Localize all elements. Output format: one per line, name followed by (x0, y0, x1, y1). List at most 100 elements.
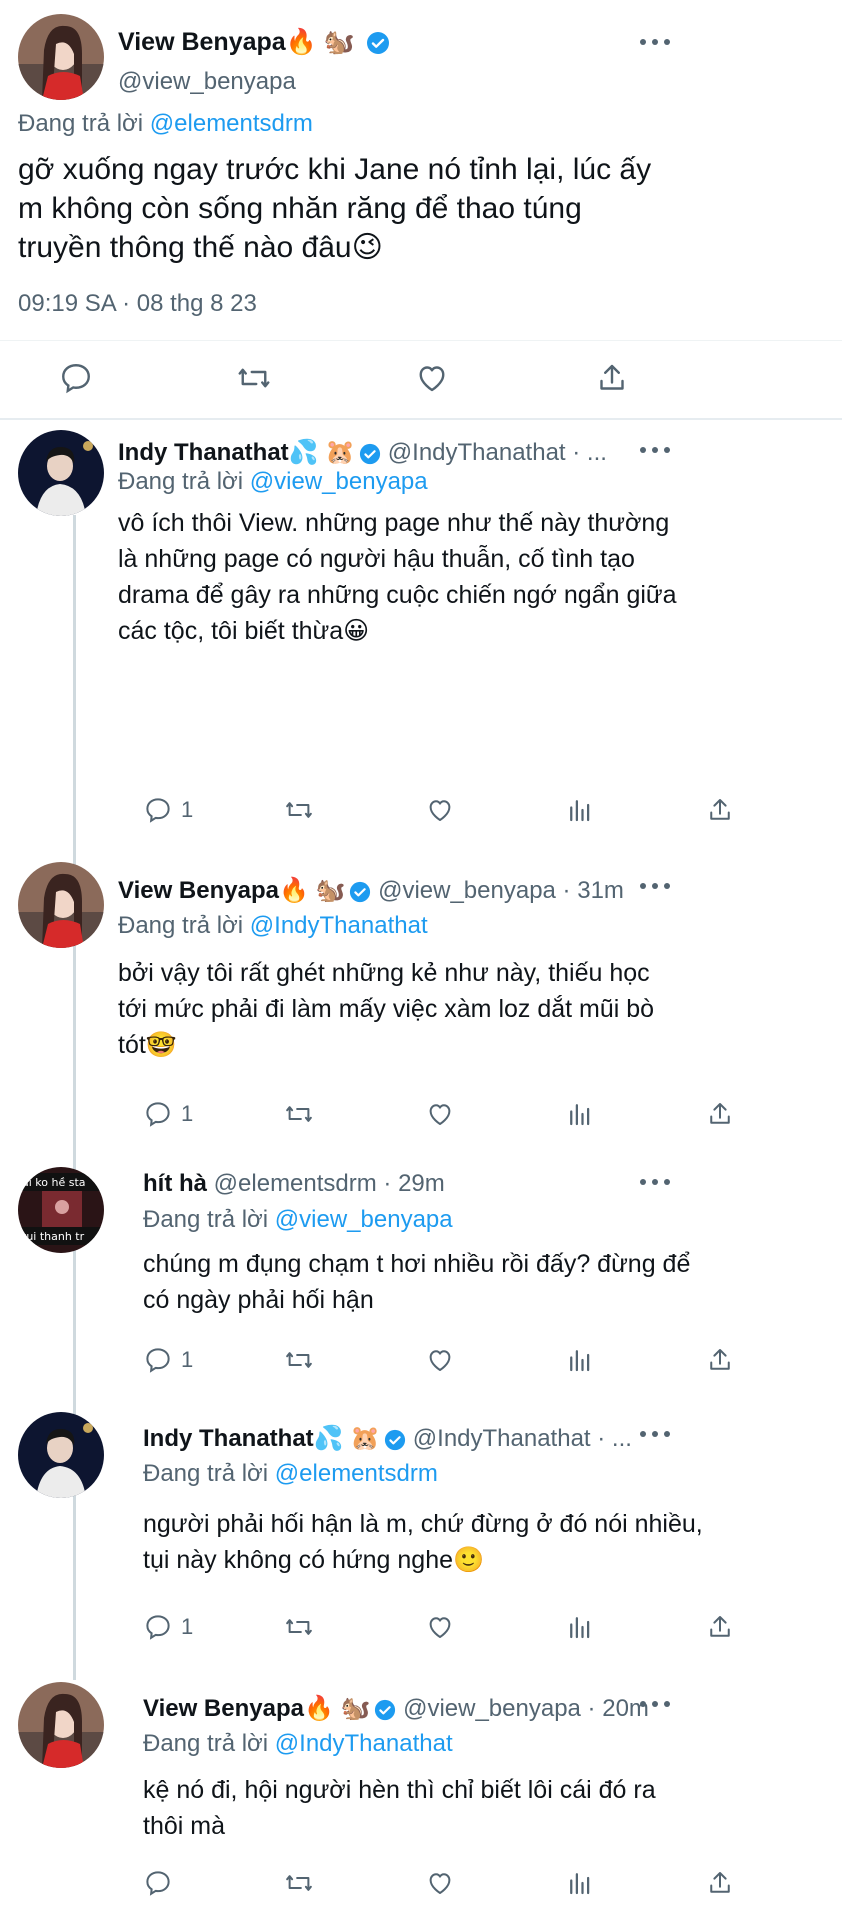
views-button[interactable] (565, 1612, 595, 1642)
retweet-button[interactable] (284, 1868, 314, 1898)
retweet-icon (286, 1106, 312, 1122)
author-handle-time[interactable]: @IndyThanathat · ... (388, 439, 607, 466)
tweet-text-line: chúng m đụng chạm t hơi nhiều rồi đấy? đ… (143, 1250, 691, 1278)
like-button[interactable] (425, 1345, 455, 1375)
avatar[interactable] (18, 862, 104, 948)
share-button[interactable] (705, 1345, 735, 1375)
avatar-photo (18, 430, 104, 516)
reply-icon (146, 1615, 170, 1640)
analytics-icon (570, 1617, 590, 1639)
tweet-text-line: thôi mà (143, 1812, 225, 1840)
retweet-icon (286, 1875, 312, 1891)
reply-to-link[interactable]: @view_benyapa (250, 468, 428, 495)
share-button[interactable] (705, 1612, 735, 1642)
views-button[interactable] (565, 1868, 595, 1898)
reply-button[interactable] (58, 360, 94, 396)
tweet-text-line: người phải hối hận là m, chứ đừng ở đó n… (143, 1510, 703, 1538)
tweet-text-line: gỡ xuống ngay trước khi Jane nó tỉnh lại… (18, 153, 652, 186)
more-options-icon[interactable] (640, 1694, 670, 1714)
author-name[interactable]: Indy Thanathat💦 🐹 (118, 439, 355, 466)
more-options-icon[interactable] (640, 876, 670, 896)
replying-to: Đang trả lời @elementsdrm (143, 1460, 438, 1488)
more-options-icon[interactable] (640, 1424, 670, 1444)
author-name[interactable]: hít hà (143, 1170, 207, 1197)
tweet-text-line: tụi này không có hứng nghe🙂 (143, 1546, 485, 1574)
reply-to-link[interactable]: @IndyThanathat (250, 912, 428, 939)
share-icon (710, 799, 730, 820)
more-options-icon[interactable] (640, 440, 670, 460)
retweet-icon (286, 1352, 312, 1368)
retweet-icon (238, 368, 270, 388)
author-handle-time[interactable]: @elementsdrm · 29m (214, 1170, 445, 1197)
avatar[interactable] (18, 430, 104, 516)
share-button[interactable] (705, 795, 735, 825)
heart-icon (429, 1350, 451, 1371)
author-handle[interactable]: @view_benyapa (118, 68, 296, 96)
author-name[interactable]: View Benyapa🔥 🐿️ (143, 1695, 370, 1722)
author-handle-time[interactable]: @view_benyapa · 31m (378, 877, 624, 904)
author-handle-time[interactable]: @view_benyapa · 20m (403, 1695, 649, 1722)
reply-prefix: Đang trả lời (118, 912, 244, 939)
reply-count: 1 (181, 1101, 194, 1126)
views-button[interactable] (565, 795, 595, 825)
divider (0, 340, 842, 341)
tweet-text-line: tót🤓 (118, 1031, 177, 1059)
tweet-text: người phải hối hận là m, chứ đừng ở đó n… (143, 1506, 703, 1578)
reply-to-link[interactable]: @elementsdrm (275, 1460, 438, 1487)
timestamp[interactable]: 09:19 SA · 08 thg 8 23 (18, 290, 257, 318)
divider (0, 418, 842, 420)
avatar[interactable] (18, 1412, 104, 1498)
reply-button[interactable]: 1 (143, 1099, 193, 1129)
reply-button[interactable]: 1 (143, 1612, 193, 1642)
replying-to: Đang trả lời @view_benyapa (118, 468, 428, 496)
retweet-button[interactable] (284, 795, 314, 825)
avatar-photo (18, 1682, 104, 1768)
more-options-icon[interactable] (640, 1172, 670, 1192)
share-icon (710, 1349, 730, 1370)
more-options-icon[interactable] (640, 32, 670, 52)
tweet-header: View Benyapa🔥 🐿️ @view_benyapa · 31m (118, 876, 624, 905)
reply-button[interactable]: 1 (143, 1345, 193, 1375)
tweet-text-line: vô ích thôi View. những page như thế này… (118, 509, 670, 537)
retweet-button[interactable] (284, 1612, 314, 1642)
like-button[interactable] (425, 1868, 455, 1898)
reply-button[interactable]: 1 (143, 795, 193, 825)
tweet-text-line: có ngày phải hối hận (143, 1286, 374, 1314)
avatar[interactable]: ai ko hề sta tụi thanh tr (18, 1167, 104, 1253)
like-button[interactable] (425, 1099, 455, 1129)
author-handle-time[interactable]: @IndyThanathat · ... (413, 1425, 632, 1452)
reply-prefix: Đang trả lời (143, 1730, 269, 1757)
analytics-icon (570, 1873, 590, 1895)
reply-icon (146, 798, 170, 823)
retweet-button[interactable] (284, 1099, 314, 1129)
share-button[interactable] (594, 360, 630, 396)
share-button[interactable] (705, 1099, 735, 1129)
tweet-text: bởi vậy tôi rất ghét những kẻ như này, t… (118, 955, 654, 1063)
avatar-overlay-text: tụi thanh tr (22, 1230, 85, 1243)
tweet-text-line: tới mức phải đi làm mấy việc xàm loz dắt… (118, 995, 655, 1023)
reply-prefix: Đang trả lời (143, 1460, 269, 1487)
author-name[interactable]: View Benyapa🔥 🐿️ (118, 877, 345, 904)
views-button[interactable] (565, 1345, 595, 1375)
author-name[interactable]: View Benyapa🔥 🐿️ (118, 28, 390, 57)
views-button[interactable] (565, 1099, 595, 1129)
reply-to-link[interactable]: @view_benyapa (275, 1206, 453, 1233)
share-icon (710, 1616, 730, 1637)
like-button[interactable] (414, 360, 450, 396)
like-button[interactable] (425, 795, 455, 825)
verified-badge-icon (366, 32, 389, 55)
author-name[interactable]: Indy Thanathat💦 🐹 (143, 1425, 380, 1452)
reply-count: 1 (181, 1347, 194, 1372)
reply-icon (62, 364, 90, 394)
reply-button[interactable] (143, 1868, 173, 1898)
avatar[interactable] (18, 1682, 104, 1768)
reply-to-link[interactable]: @IndyThanathat (275, 1730, 453, 1757)
retweet-button[interactable] (236, 360, 272, 396)
reply-icon (146, 1348, 170, 1373)
avatar[interactable] (18, 14, 104, 100)
like-button[interactable] (425, 1612, 455, 1642)
retweet-button[interactable] (284, 1345, 314, 1375)
reply-to-link[interactable]: @elementsdrm (150, 110, 313, 137)
share-icon (710, 1103, 730, 1124)
share-button[interactable] (705, 1868, 735, 1898)
